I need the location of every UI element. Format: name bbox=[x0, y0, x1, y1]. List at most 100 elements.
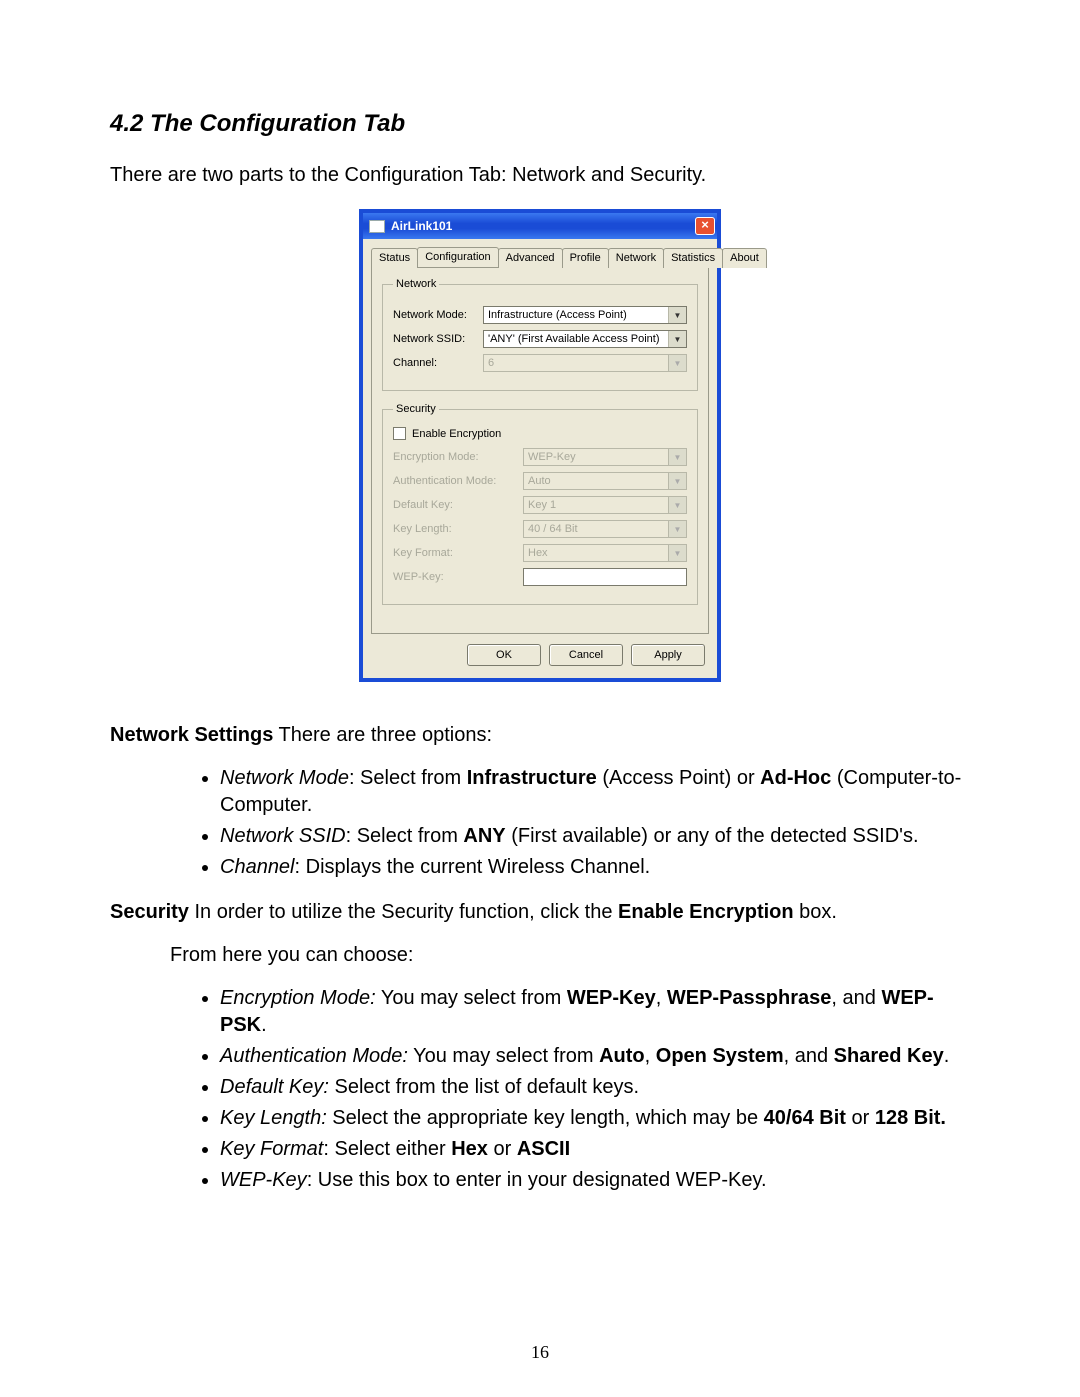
default-key-combo: Key 1 ▼ bbox=[523, 496, 687, 514]
network-settings-after: There are three options: bbox=[273, 724, 492, 746]
security-legend: Security bbox=[393, 403, 439, 415]
list-item: Key Format: Select either Hex or ASCII bbox=[220, 1136, 970, 1163]
tab-about[interactable]: About bbox=[722, 248, 767, 268]
app-icon bbox=[369, 220, 385, 233]
list-item: Network SSID: Select from ANY (First ava… bbox=[220, 823, 970, 850]
list-item: Authentication Mode: You may select from… bbox=[220, 1043, 970, 1070]
bullet-label: Key Format bbox=[220, 1138, 323, 1160]
bullet-bold: WEP-Key bbox=[567, 987, 656, 1009]
bullet-text: , bbox=[645, 1045, 656, 1067]
list-item: Default Key: Select from the list of def… bbox=[220, 1074, 970, 1101]
key-format-row: Key Format: Hex ▼ bbox=[393, 544, 687, 562]
wep-key-label: WEP-Key: bbox=[393, 571, 523, 583]
network-ssid-row: Network SSID: 'ANY' (First Available Acc… bbox=[393, 330, 687, 348]
bullet-bold: 128 Bit. bbox=[875, 1107, 946, 1129]
intro-text: There are two parts to the Configuration… bbox=[110, 162, 970, 189]
network-ssid-label: Network SSID: bbox=[393, 333, 483, 345]
wep-key-input[interactable] bbox=[523, 568, 687, 586]
network-mode-combo[interactable]: Infrastructure (Access Point) ▼ bbox=[483, 306, 687, 324]
network-mode-value: Infrastructure (Access Point) bbox=[484, 309, 668, 321]
network-settings-para: Network Settings There are three options… bbox=[110, 722, 970, 749]
tab-profile[interactable]: Profile bbox=[562, 248, 609, 268]
bullet-bold: ASCII bbox=[517, 1138, 570, 1160]
key-length-label: Key Length: bbox=[393, 523, 523, 535]
bullet-label: Channel bbox=[220, 856, 295, 878]
default-key-value: Key 1 bbox=[524, 499, 668, 511]
key-format-label: Key Format: bbox=[393, 547, 523, 559]
bullet-text: or bbox=[846, 1107, 875, 1129]
bullet-text: : Select either bbox=[323, 1138, 451, 1160]
bullet-text: Select from the list of default keys. bbox=[329, 1076, 639, 1098]
ok-button[interactable]: OK bbox=[467, 644, 541, 666]
key-length-value: 40 / 64 Bit bbox=[524, 523, 668, 535]
tab-strip: Status Configuration Advanced Profile Ne… bbox=[363, 239, 717, 267]
key-length-row: Key Length: 40 / 64 Bit ▼ bbox=[393, 520, 687, 538]
encryption-mode-combo: WEP-Key ▼ bbox=[523, 448, 687, 466]
bullet-text: Select the appropriate key length, which… bbox=[327, 1107, 764, 1129]
bullet-label: Default Key: bbox=[220, 1076, 329, 1098]
channel-row: Channel: 6 ▼ bbox=[393, 354, 687, 372]
apply-button[interactable]: Apply bbox=[631, 644, 705, 666]
channel-combo: 6 ▼ bbox=[483, 354, 687, 372]
chevron-down-icon: ▼ bbox=[668, 331, 686, 347]
bullet-text: . bbox=[944, 1045, 950, 1067]
tab-advanced[interactable]: Advanced bbox=[498, 248, 563, 268]
enable-encryption-row: Enable Encryption bbox=[393, 427, 687, 440]
list-item: WEP-Key: Use this box to enter in your d… bbox=[220, 1167, 970, 1194]
auth-mode-label: Authentication Mode: bbox=[393, 475, 523, 487]
network-mode-row: Network Mode: Infrastructure (Access Poi… bbox=[393, 306, 687, 324]
bullet-text: : Select from bbox=[349, 767, 467, 789]
key-format-value: Hex bbox=[524, 547, 668, 559]
close-button[interactable]: × bbox=[695, 217, 715, 235]
chevron-down-icon: ▼ bbox=[668, 449, 686, 465]
bullet-label: Authentication Mode: bbox=[220, 1045, 408, 1067]
default-key-label: Default Key: bbox=[393, 499, 523, 511]
dialog-title: AirLink101 bbox=[391, 219, 452, 233]
section-heading: 4.2 The Configuration Tab bbox=[110, 110, 970, 138]
bullet-bold: 40/64 Bit bbox=[764, 1107, 846, 1129]
bullet-text: (Access Point) or bbox=[597, 767, 760, 789]
auth-mode-row: Authentication Mode: Auto ▼ bbox=[393, 472, 687, 490]
security-bullets: Encryption Mode: You may select from WEP… bbox=[220, 985, 970, 1194]
bullet-text: . bbox=[261, 1014, 267, 1036]
network-ssid-combo[interactable]: 'ANY' (First Available Access Point) ▼ bbox=[483, 330, 687, 348]
encryption-mode-label: Encryption Mode: bbox=[393, 451, 523, 463]
network-ssid-value: 'ANY' (First Available Access Point) bbox=[484, 333, 668, 345]
bullet-bold: Infrastructure bbox=[467, 767, 597, 789]
bullet-text: : Displays the current Wireless Channel. bbox=[295, 856, 651, 878]
encryption-mode-row: Encryption Mode: WEP-Key ▼ bbox=[393, 448, 687, 466]
list-item: Encryption Mode: You may select from WEP… bbox=[220, 985, 970, 1039]
dialog-buttons: OK Cancel Apply bbox=[363, 634, 717, 678]
bullet-bold: Shared Key bbox=[834, 1045, 944, 1067]
cancel-button[interactable]: Cancel bbox=[549, 644, 623, 666]
tab-network[interactable]: Network bbox=[608, 248, 664, 268]
bullet-bold: WEP-Passphrase bbox=[667, 987, 832, 1009]
tab-statistics[interactable]: Statistics bbox=[663, 248, 723, 268]
network-group: Network Network Mode: Infrastructure (Ac… bbox=[382, 278, 698, 391]
bullet-bold: Open System bbox=[656, 1045, 784, 1067]
bullet-label: WEP-Key bbox=[220, 1169, 307, 1191]
security-text: box. bbox=[794, 901, 837, 923]
document-page: 4.2 The Configuration Tab There are two … bbox=[0, 0, 1080, 1397]
security-para: Security In order to utilize the Securit… bbox=[110, 899, 970, 926]
bullet-text: You may select from bbox=[408, 1045, 599, 1067]
tab-configuration[interactable]: Configuration bbox=[417, 247, 498, 267]
network-mode-label: Network Mode: bbox=[393, 309, 483, 321]
bullet-text: , and bbox=[831, 987, 881, 1009]
bullet-text: You may select from bbox=[376, 987, 567, 1009]
key-format-combo: Hex ▼ bbox=[523, 544, 687, 562]
chevron-down-icon: ▼ bbox=[668, 497, 686, 513]
tab-status[interactable]: Status bbox=[371, 248, 418, 268]
chevron-down-icon: ▼ bbox=[668, 307, 686, 323]
security-bold: Enable Encryption bbox=[618, 901, 794, 923]
dialog-screenshot: AirLink101 × Status Configuration Advanc… bbox=[359, 209, 721, 682]
list-item: Key Length: Select the appropriate key l… bbox=[220, 1105, 970, 1132]
enable-encryption-checkbox[interactable] bbox=[393, 427, 406, 440]
dialog-title-left: AirLink101 bbox=[369, 219, 452, 233]
bullet-label: Network SSID bbox=[220, 825, 346, 847]
page-number: 16 bbox=[0, 1342, 1080, 1363]
bullet-bold: Hex bbox=[451, 1138, 488, 1160]
bullet-text: , and bbox=[784, 1045, 834, 1067]
wep-key-row: WEP-Key: bbox=[393, 568, 687, 586]
key-length-combo: 40 / 64 Bit ▼ bbox=[523, 520, 687, 538]
